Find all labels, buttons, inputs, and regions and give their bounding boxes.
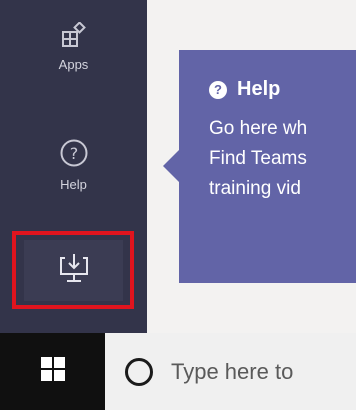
- windows-taskbar: Type here to: [0, 333, 356, 410]
- start-button[interactable]: [0, 333, 105, 410]
- help-circle-icon: ?: [59, 138, 89, 173]
- windows-logo-icon: [40, 356, 66, 387]
- callout-pointer: [163, 150, 179, 182]
- callout-line: Find Teams: [209, 148, 307, 169]
- apps-icon: [61, 21, 87, 53]
- sidebar-item-label: Apps: [58, 57, 89, 72]
- svg-text:?: ?: [69, 144, 78, 163]
- callout-body: Go here wh Find Teams training vid: [209, 114, 356, 204]
- help-callout: ? Help Go here wh Find Teams training vi…: [179, 50, 356, 283]
- app-sidebar: Apps ? Help: [0, 0, 147, 333]
- cortana-icon: [125, 357, 153, 386]
- sidebar-item-label: Help: [60, 177, 87, 192]
- callout-header: ? Help: [209, 78, 280, 101]
- sidebar-item-help[interactable]: ? Help: [0, 138, 147, 192]
- callout-line: Go here wh: [209, 118, 308, 139]
- callout-line: training vid: [209, 178, 301, 199]
- callout-title: Help: [237, 78, 281, 100]
- sidebar-item-apps[interactable]: Apps: [0, 21, 147, 72]
- question-icon: ?: [209, 80, 227, 99]
- highlight-box: [12, 231, 134, 309]
- taskbar-search-box[interactable]: Type here to: [105, 333, 356, 410]
- search-placeholder: Type here to: [171, 358, 294, 384]
